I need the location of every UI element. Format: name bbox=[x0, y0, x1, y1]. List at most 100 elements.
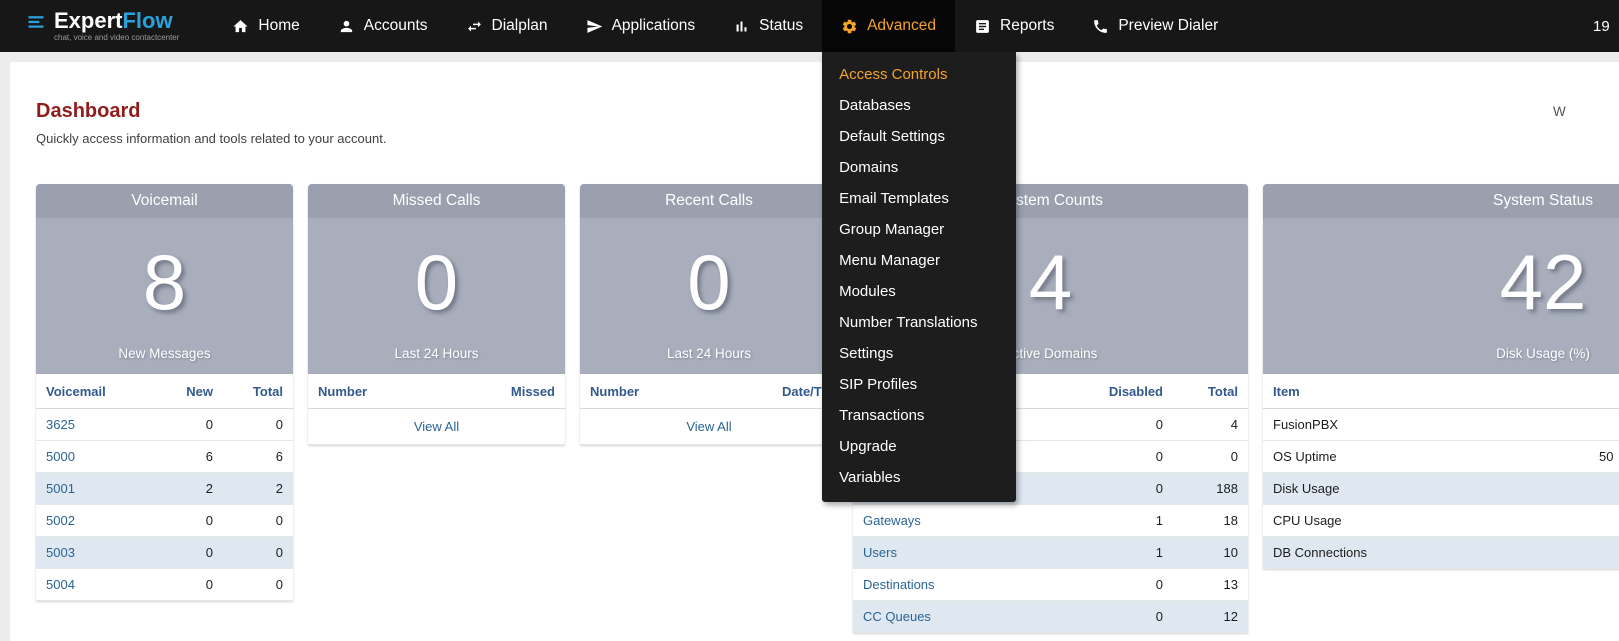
card-body: 42 Disk Usage (%) bbox=[1263, 218, 1619, 374]
menu-item-settings[interactable]: Settings bbox=[822, 338, 1016, 369]
nav-item-status[interactable]: Status bbox=[714, 0, 822, 52]
nav-label: Advanced bbox=[867, 17, 936, 35]
table-row: 500122 bbox=[36, 473, 293, 505]
nav-item-dialplan[interactable]: Dialplan bbox=[447, 0, 567, 52]
nav-label: Dialplan bbox=[492, 17, 548, 35]
table-row: 500300 bbox=[36, 537, 293, 569]
table-cell: 0 bbox=[1173, 441, 1248, 473]
column-header: Voicemail bbox=[36, 374, 153, 409]
row-link[interactable]: Users bbox=[863, 545, 897, 560]
table-cell: 10 bbox=[1173, 537, 1248, 569]
column-header: Disabled bbox=[1078, 374, 1173, 409]
brand-tagline: chat, voice and video contactcenter bbox=[54, 33, 179, 42]
table-cell: 0 bbox=[1078, 409, 1173, 441]
menu-item-domains[interactable]: Domains bbox=[822, 152, 1016, 183]
menu-item-default-settings[interactable]: Default Settings bbox=[822, 121, 1016, 152]
table-cell: 0 bbox=[223, 569, 293, 601]
table-row: Users 110 bbox=[853, 537, 1248, 569]
table-cell: Gateways bbox=[853, 505, 1078, 537]
nav-item-applications[interactable]: Applications bbox=[567, 0, 715, 52]
menu-item-access-controls[interactable]: Access Controls bbox=[822, 59, 1016, 90]
menu-item-upgrade[interactable]: Upgrade bbox=[822, 431, 1016, 462]
nav-item-advanced[interactable]: Advanced Access Controls Databases Defau… bbox=[822, 0, 955, 52]
nav-right-text: 19 bbox=[1593, 18, 1619, 35]
logo-bars-icon bbox=[26, 12, 46, 32]
nav-item-home[interactable]: Home bbox=[213, 0, 318, 52]
table-cell: 0 bbox=[223, 537, 293, 569]
table-cell: Disk Usage bbox=[1263, 473, 1589, 505]
brand-expert: Expert bbox=[54, 8, 122, 33]
menu-item-number-translations[interactable]: Number Translations bbox=[822, 307, 1016, 338]
paper-plane-icon bbox=[586, 18, 603, 35]
table-cell: 5001 bbox=[36, 473, 153, 505]
card-caption: Disk Usage (%) bbox=[1263, 346, 1619, 361]
menu-item-email-templates[interactable]: Email Templates bbox=[822, 183, 1016, 214]
nav-item-accounts[interactable]: Accounts bbox=[319, 0, 447, 52]
menu-item-variables[interactable]: Variables bbox=[822, 462, 1016, 493]
table-cell: 4 bbox=[1173, 409, 1248, 441]
menu-item-group-manager[interactable]: Group Manager bbox=[822, 214, 1016, 245]
card-title-voicemail: Voicemail bbox=[36, 184, 293, 218]
table-cell: OS Uptime bbox=[1263, 441, 1589, 473]
view-all-link[interactable]: View All bbox=[686, 419, 731, 434]
row-link[interactable]: 5001 bbox=[46, 481, 75, 496]
row-link[interactable]: 5003 bbox=[46, 545, 75, 560]
row-link[interactable]: 3625 bbox=[46, 417, 75, 432]
missed-calls-table: NumberMissed View All bbox=[308, 374, 565, 445]
table-row: CPU Usage bbox=[1263, 505, 1619, 537]
menu-item-sip-profiles[interactable]: SIP Profiles bbox=[822, 369, 1016, 400]
nav-menu: Home Accounts Dialplan Applications Stat… bbox=[213, 0, 1237, 52]
table-header-row: VoicemailNewTotal bbox=[36, 374, 293, 409]
recent-calls-count: 0 bbox=[580, 226, 838, 338]
menu-item-menu-manager[interactable]: Menu Manager bbox=[822, 245, 1016, 276]
phone-icon bbox=[1092, 18, 1109, 35]
menu-item-modules[interactable]: Modules bbox=[822, 276, 1016, 307]
row-link[interactable]: 5000 bbox=[46, 449, 75, 464]
table-cell: 3625 bbox=[36, 409, 153, 441]
column-header: Total bbox=[223, 374, 293, 409]
gear-icon bbox=[841, 18, 858, 35]
menu-item-databases[interactable]: Databases bbox=[822, 90, 1016, 121]
transfer-icon bbox=[466, 18, 483, 35]
table-row: 362500 bbox=[36, 409, 293, 441]
nav-item-reports[interactable]: Reports bbox=[955, 0, 1073, 52]
table-header-row: NumberMissed bbox=[308, 374, 565, 409]
row-link[interactable]: Gateways bbox=[863, 513, 921, 528]
table-header-row: Item bbox=[1263, 374, 1619, 409]
table-cell: 1 bbox=[1078, 537, 1173, 569]
table-cell: DB Connections bbox=[1263, 537, 1589, 569]
table-row: Disk Usage bbox=[1263, 473, 1619, 505]
column-header: Number bbox=[308, 374, 485, 409]
view-all-row: View All bbox=[580, 409, 838, 445]
table-cell: 0 bbox=[1078, 569, 1173, 601]
brand-name: ExpertFlow bbox=[54, 10, 179, 32]
nav-label: Home bbox=[258, 17, 299, 35]
table-cell: 13 bbox=[1173, 569, 1248, 601]
row-link[interactable]: 5004 bbox=[46, 577, 75, 592]
row-link[interactable]: Destinations bbox=[863, 577, 935, 592]
voicemail-count: 8 bbox=[36, 226, 293, 338]
table-cell: 50 bbox=[1589, 441, 1619, 473]
column-header: Number bbox=[580, 374, 772, 409]
brand-logo[interactable]: ExpertFlow chat, voice and video contact… bbox=[26, 0, 185, 52]
menu-item-transactions[interactable]: Transactions bbox=[822, 400, 1016, 431]
content-panel: Dashboard Quickly access information and… bbox=[10, 62, 1619, 641]
top-navbar: ExpertFlow chat, voice and video contact… bbox=[0, 0, 1619, 52]
missed-calls-card: Missed Calls 0 Last 24 Hours NumberMisse… bbox=[308, 184, 565, 445]
table-cell: FusionPBX bbox=[1263, 409, 1589, 441]
welcome-text: W bbox=[1553, 104, 1566, 119]
nav-label: Applications bbox=[612, 17, 696, 35]
nav-item-preview-dialer[interactable]: Preview Dialer bbox=[1073, 0, 1237, 52]
table-cell bbox=[1589, 409, 1619, 441]
row-link[interactable]: 5002 bbox=[46, 513, 75, 528]
table-row: Gateways118 bbox=[853, 505, 1248, 537]
user-icon bbox=[338, 18, 355, 35]
view-all-link[interactable]: View All bbox=[414, 419, 459, 434]
brand-flow: Flow bbox=[122, 8, 172, 33]
table-row: 500400 bbox=[36, 569, 293, 601]
table-cell: 0 bbox=[1078, 601, 1173, 633]
missed-calls-count: 0 bbox=[308, 226, 565, 338]
voicemail-card: Voicemail 8 New Messages VoicemailNewTot… bbox=[36, 184, 293, 601]
row-link[interactable]: CC Queues bbox=[863, 609, 931, 624]
system-status-card: System Status 42 Disk Usage (%) ItemFusi… bbox=[1263, 184, 1619, 569]
